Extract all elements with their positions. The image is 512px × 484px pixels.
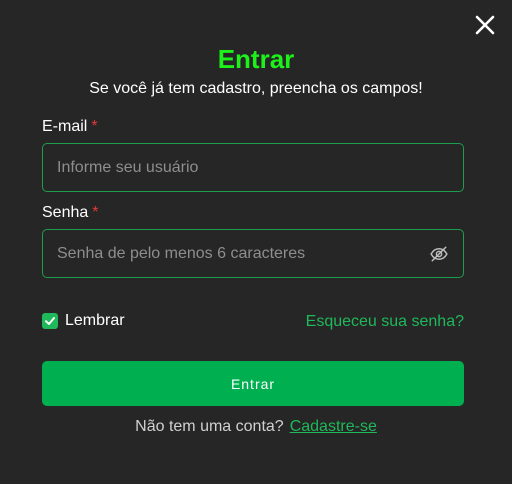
- forgot-password-link[interactable]: Esqueceu sua senha?: [306, 313, 464, 331]
- email-field-wrapper: [42, 143, 464, 192]
- check-icon: [45, 317, 55, 325]
- email-field[interactable]: [57, 158, 449, 177]
- remember-label: Lembrar: [65, 312, 125, 329]
- login-button[interactable]: Entrar: [42, 361, 464, 406]
- password-label-text: Senha: [42, 204, 89, 221]
- page-title: Entrar: [217, 44, 295, 74]
- email-label-text: E-mail: [42, 118, 88, 135]
- signup-link[interactable]: Cadastre-se: [290, 418, 377, 435]
- remember-checkbox[interactable]: Lembrar: [42, 312, 125, 330]
- page-subtitle: Se você já tem cadastro, preencha os cam…: [89, 80, 423, 97]
- required-mark: *: [91, 118, 98, 135]
- signup-row: Não tem uma conta? Cadastre-se: [0, 418, 512, 436]
- signup-prompt: Não tem uma conta?: [135, 418, 284, 435]
- password-label: Senha *: [42, 204, 99, 222]
- password-field-wrapper: [42, 229, 464, 278]
- email-label: E-mail *: [42, 118, 98, 136]
- close-icon: [475, 15, 495, 35]
- checkbox-box[interactable]: [42, 313, 58, 329]
- eye-off-icon: [430, 246, 448, 261]
- login-modal: Entrar Se você já tem cadastro, preencha…: [0, 0, 512, 484]
- password-field[interactable]: [57, 244, 429, 263]
- close-button[interactable]: [472, 12, 498, 38]
- password-visibility-toggle[interactable]: [429, 244, 449, 264]
- required-mark: *: [92, 204, 99, 221]
